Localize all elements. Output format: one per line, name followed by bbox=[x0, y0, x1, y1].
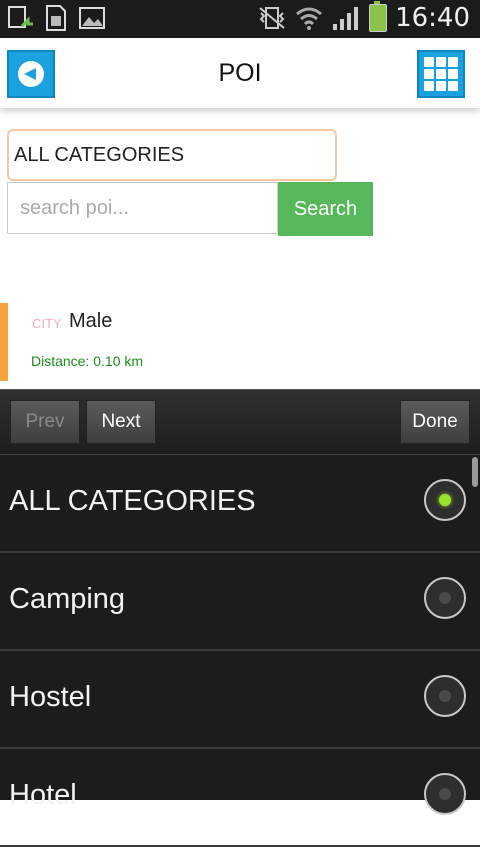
category-picker: Prev Next Done ALL CATEGORIES Camping Ho… bbox=[0, 389, 480, 847]
option-label: ALL CATEGORIES bbox=[9, 485, 256, 517]
done-button[interactable]: Done bbox=[400, 400, 470, 444]
signal-icon bbox=[333, 7, 359, 30]
poi-distance: Distance: 0.10 km bbox=[31, 353, 144, 369]
search-button[interactable]: Search bbox=[278, 182, 373, 236]
status-right-icons: 16:40 bbox=[257, 1, 470, 33]
page-title: POI bbox=[218, 59, 262, 87]
scrollbar-thumb[interactable] bbox=[472, 457, 478, 487]
poi-accent-bar bbox=[0, 303, 8, 381]
radio-button-selected[interactable] bbox=[424, 479, 466, 521]
picker-options-list: ALL CATEGORIES Camping Hostel Hotel bbox=[0, 455, 480, 847]
search-input[interactable] bbox=[7, 182, 278, 234]
battery-icon bbox=[369, 1, 388, 32]
status-left-icons bbox=[6, 4, 106, 32]
wifi-icon bbox=[296, 7, 323, 30]
radio-button[interactable] bbox=[424, 675, 466, 717]
upload-icon bbox=[8, 6, 33, 28]
picker-option-camping[interactable]: Camping bbox=[0, 553, 480, 651]
next-button[interactable]: Next bbox=[86, 400, 156, 444]
option-label: Hostel bbox=[9, 681, 92, 713]
picker-option-all-categories[interactable]: ALL CATEGORIES bbox=[0, 455, 480, 553]
picker-toolbar: Prev Next Done bbox=[0, 389, 480, 455]
radio-dot bbox=[439, 788, 451, 800]
image-icon bbox=[79, 7, 105, 29]
sim-card-icon bbox=[46, 5, 66, 31]
radio-dot bbox=[439, 690, 451, 702]
option-label: Camping bbox=[9, 583, 126, 615]
picker-option-hotel[interactable]: Hotel bbox=[0, 749, 480, 847]
poi-category: CITY bbox=[32, 316, 62, 331]
grid-menu-button[interactable] bbox=[417, 50, 465, 98]
picker-option-hostel[interactable]: Hostel bbox=[0, 651, 480, 749]
status-bar: 16:40 bbox=[0, 0, 480, 38]
vibrate-icon bbox=[259, 7, 285, 29]
option-label: Hotel bbox=[9, 779, 77, 811]
poi-list-item[interactable]: CITY Male Distance: 0.10 km bbox=[0, 303, 480, 381]
radio-button[interactable] bbox=[424, 773, 466, 815]
radio-dot bbox=[439, 592, 451, 604]
poi-name: Male bbox=[69, 310, 113, 332]
app-header: POI bbox=[0, 38, 480, 108]
category-select[interactable]: ALL CATEGORIES bbox=[7, 129, 337, 181]
grid-menu-icon bbox=[424, 57, 434, 67]
status-time: 16:40 bbox=[395, 3, 470, 33]
radio-button[interactable] bbox=[424, 577, 466, 619]
prev-button[interactable]: Prev bbox=[10, 400, 80, 444]
radio-dot bbox=[439, 494, 451, 506]
